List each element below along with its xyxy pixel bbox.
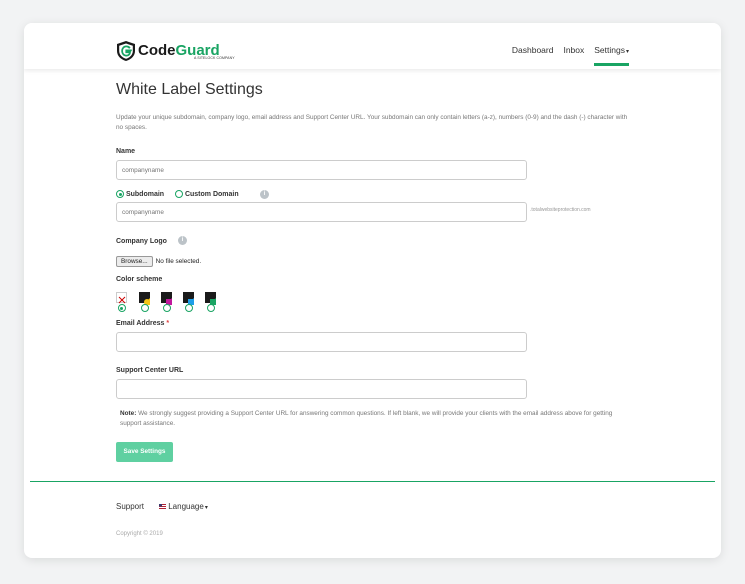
us-flag-icon xyxy=(159,504,166,510)
support-url-label: Support Center URL xyxy=(116,367,184,374)
email-label: Email Address * xyxy=(116,320,170,327)
domain-info-icon[interactable]: i xyxy=(260,190,269,199)
copyright-text: Copyright © 2019 xyxy=(116,531,163,537)
color-swatch-blue[interactable] xyxy=(183,292,194,305)
domain-suffix: .totalwebsiteprotection.com xyxy=(530,207,591,213)
color-radio-magenta[interactable] xyxy=(162,304,171,312)
email-input[interactable] xyxy=(116,332,527,352)
nav-settings[interactable]: Settings▾ xyxy=(594,45,629,66)
page-description: Update your unique subdomain, company lo… xyxy=(116,114,628,131)
name-input[interactable] xyxy=(116,160,527,180)
subdomain-input[interactable] xyxy=(116,202,527,222)
color-radio-none[interactable] xyxy=(117,304,126,312)
browse-button[interactable]: Browse... xyxy=(116,256,153,267)
logo-file-picker: Browse... No file selected. xyxy=(116,250,201,268)
note-label: Note: xyxy=(120,410,137,417)
subdomain-option[interactable]: Subdomain xyxy=(116,190,164,198)
page-title: White Label Settings xyxy=(116,81,263,98)
logo-label: Company Logo xyxy=(116,238,167,245)
color-radio-blue[interactable] xyxy=(184,304,193,312)
support-url-input[interactable] xyxy=(116,379,527,399)
color-radio-yellow[interactable] xyxy=(140,304,149,312)
shield-logo-icon xyxy=(117,41,135,61)
brand-subtitle: A SITELOCK COMPANY xyxy=(194,56,235,60)
custom-domain-label: Custom Domain xyxy=(184,190,239,198)
support-note: Note: We strongly suggest providing a Su… xyxy=(120,409,625,429)
main-nav: Dashboard Inbox Settings▾ xyxy=(512,45,629,66)
color-scheme-options xyxy=(116,292,266,314)
color-swatch-magenta[interactable] xyxy=(161,292,172,305)
color-swatch-yellow[interactable] xyxy=(139,292,150,305)
color-swatch-green[interactable] xyxy=(205,292,216,305)
top-header: CodeGuard A SITELOCK COMPANY Dashboard I… xyxy=(24,23,721,69)
logo-info-icon[interactable]: i xyxy=(178,236,187,245)
custom-domain-option[interactable]: Custom Domain xyxy=(175,190,239,198)
subdomain-label: Subdomain xyxy=(125,190,165,198)
footer-language-menu[interactable]: Language▾ xyxy=(159,502,208,511)
settings-content: White Label Settings Update your unique … xyxy=(116,81,636,149)
nav-inbox[interactable]: Inbox xyxy=(563,45,584,55)
color-radio-green[interactable] xyxy=(206,304,215,312)
language-label: Language xyxy=(168,502,204,511)
footer-support-link[interactable]: Support xyxy=(116,502,144,511)
footer-divider xyxy=(30,481,715,482)
note-text: We strongly suggest providing a Support … xyxy=(120,410,613,427)
save-settings-button[interactable]: Save Settings xyxy=(116,442,173,462)
color-swatch-none[interactable] xyxy=(116,292,127,304)
custom-domain-radio[interactable] xyxy=(175,190,183,198)
nav-dashboard[interactable]: Dashboard xyxy=(512,45,554,55)
name-label: Name xyxy=(116,148,136,155)
codeguard-logo[interactable]: CodeGuard A SITELOCK COMPANY xyxy=(116,40,235,62)
required-mark: * xyxy=(166,320,170,327)
subdomain-radio[interactable] xyxy=(116,190,124,198)
color-scheme-label: Color scheme xyxy=(116,276,163,283)
chevron-down-icon: ▾ xyxy=(204,505,208,511)
no-file-text: No file selected. xyxy=(155,258,202,265)
main-card: CodeGuard A SITELOCK COMPANY Dashboard I… xyxy=(24,23,721,558)
chevron-down-icon: ▾ xyxy=(625,49,629,55)
